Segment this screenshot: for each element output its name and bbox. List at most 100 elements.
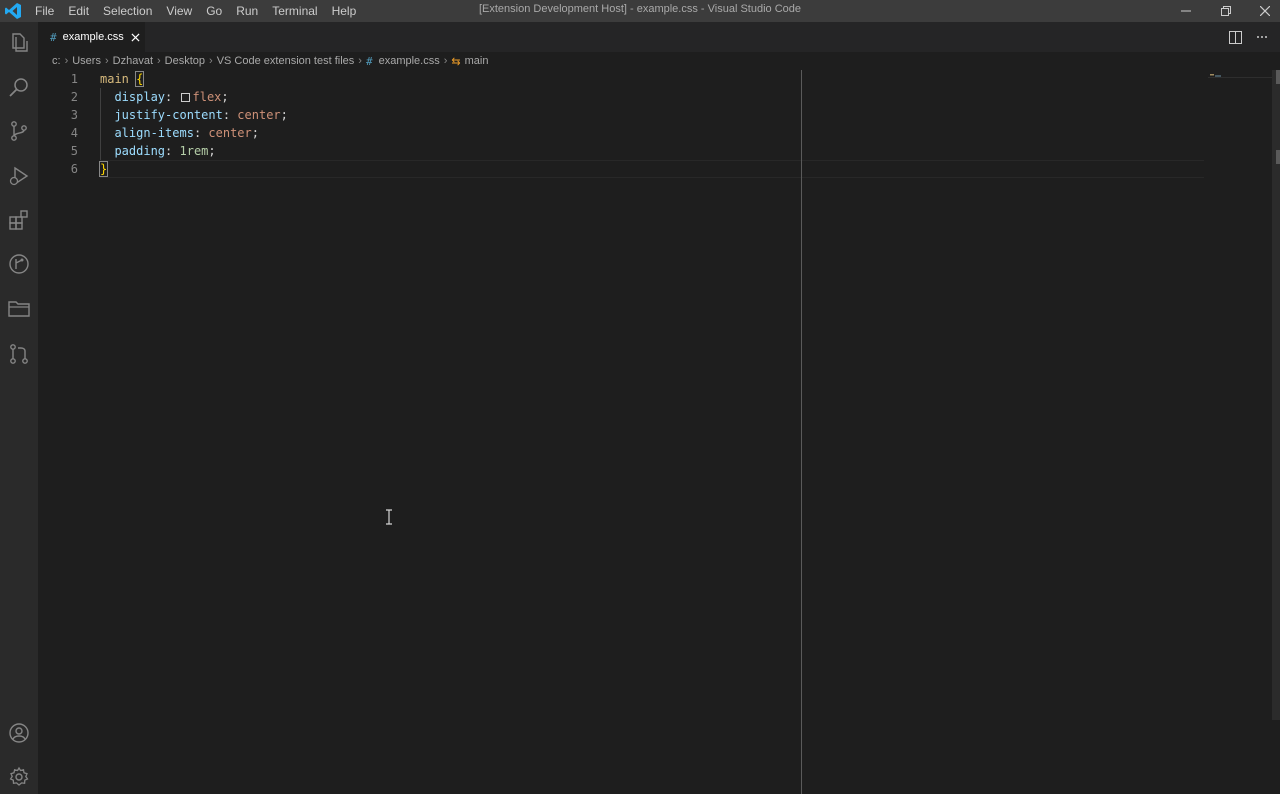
css-value: 1rem [179, 144, 209, 158]
restore-icon [1221, 6, 1231, 16]
css-property: justify-content [114, 108, 223, 122]
css-property: display [114, 90, 166, 104]
run-debug-button[interactable] [7, 164, 31, 188]
source-control-icon [11, 121, 27, 141]
explorer-button[interactable] [7, 30, 31, 54]
minimap[interactable] [1208, 74, 1272, 78]
code-line: 3 justify-content: center; [38, 106, 1204, 124]
overview-ruler-mark [1276, 150, 1280, 164]
css-value: center [208, 126, 252, 140]
tab-label: example.css [62, 31, 124, 43]
chevron-right-icon: › [443, 55, 448, 67]
chevron-right-icon: › [104, 55, 109, 67]
split-editor-icon [1228, 30, 1242, 44]
menu-go[interactable]: Go [199, 2, 229, 20]
minimize-button[interactable] [1166, 0, 1206, 22]
breadcrumb-folder[interactable]: VS Code extension test files [217, 55, 355, 67]
folder-icon [8, 301, 30, 317]
overview-ruler-mark [1276, 70, 1280, 84]
code-line: 4 align-items: center; [38, 124, 1204, 142]
settings-button[interactable] [7, 765, 31, 789]
line-number: 2 [70, 90, 78, 104]
symbol-class-icon: ⇆ [451, 55, 461, 68]
pull-request-icon [10, 344, 28, 364]
code-line: 6 } [38, 160, 1204, 178]
source-control-button[interactable] [7, 119, 31, 143]
css-property: padding [114, 144, 166, 158]
menu-terminal[interactable]: Terminal [265, 2, 324, 20]
semicolon: ; [221, 90, 229, 104]
breadcrumb-drive[interactable]: c: [52, 55, 61, 67]
code-editor[interactable]: 1 main { 2 display: flex; 3 justify-cont… [38, 70, 1272, 794]
breadcrumb-file[interactable]: example.css [379, 55, 440, 67]
line-number: 5 [70, 144, 78, 158]
close-window-button[interactable] [1245, 0, 1280, 22]
git-graph-icon [9, 254, 29, 274]
git-graph-button[interactable] [7, 252, 31, 276]
search-icon [9, 78, 28, 97]
activity-bar [0, 22, 38, 794]
minimize-icon [1181, 10, 1191, 12]
folder-button[interactable] [7, 296, 31, 320]
breadcrumb-desktop[interactable]: Desktop [165, 55, 205, 67]
semicolon: ; [251, 126, 259, 140]
restore-button[interactable] [1206, 0, 1246, 22]
css-file-icon: # [365, 54, 373, 68]
semicolon: ; [208, 144, 216, 158]
menu-help[interactable]: Help [325, 2, 364, 20]
colon: : [193, 126, 202, 140]
menu-view[interactable]: View [159, 2, 199, 20]
open-brace: { [135, 71, 145, 87]
colon: : [222, 108, 231, 122]
close-icon [131, 32, 140, 42]
close-brace: } [98, 161, 109, 177]
css-value: center [237, 108, 281, 122]
semicolon: ; [280, 108, 288, 122]
tab-close-button[interactable] [130, 31, 142, 43]
account-icon [9, 723, 29, 743]
css-file-icon: # [50, 30, 57, 44]
menu-bar: File Edit Selection View Go Run Terminal… [28, 0, 363, 22]
css-property: align-items [114, 126, 194, 140]
code-line: 2 display: flex; [38, 88, 1204, 106]
css-selector: main [100, 72, 129, 86]
line-number: 3 [70, 108, 78, 122]
line-number: 4 [70, 126, 78, 140]
more-actions-button[interactable] [1254, 29, 1270, 45]
breadcrumb: c: › Users › Dzhavat › Desktop › VS Code… [38, 52, 488, 70]
extensions-button[interactable] [7, 208, 31, 232]
flex-layout-icon[interactable] [180, 93, 190, 102]
line-number: 6 [70, 162, 78, 176]
css-value: flex [192, 90, 222, 104]
tab-example-css[interactable]: # example.css [38, 22, 145, 52]
extensions-icon [9, 210, 28, 230]
settings-gear-icon [9, 766, 29, 786]
colon: : [165, 90, 173, 104]
explorer-icon [12, 33, 28, 52]
chevron-right-icon: › [358, 55, 362, 67]
menu-run[interactable]: Run [229, 2, 265, 20]
colon: : [165, 144, 173, 158]
split-editor-button[interactable] [1227, 29, 1243, 45]
menu-file[interactable]: File [28, 2, 61, 20]
text-cursor-icon [386, 509, 392, 525]
pull-request-button[interactable] [7, 342, 31, 366]
chevron-right-icon: › [64, 55, 69, 67]
vscode-logo-icon [5, 3, 21, 19]
editor-ruler [801, 70, 802, 794]
line-number: 1 [70, 72, 78, 86]
search-button[interactable] [7, 75, 31, 99]
code-line: 5 padding: 1rem; [38, 142, 1204, 160]
close-icon [1260, 6, 1270, 16]
account-button[interactable] [7, 721, 31, 745]
run-debug-icon [9, 166, 29, 186]
scrollbar-thumb[interactable] [1272, 70, 1280, 720]
chevron-right-icon: › [209, 55, 213, 67]
breadcrumb-symbol[interactable]: main [465, 55, 489, 67]
menu-selection[interactable]: Selection [96, 2, 159, 20]
menu-edit[interactable]: Edit [61, 2, 96, 20]
code-line: 1 main { [38, 70, 1204, 88]
breadcrumb-users[interactable]: Users [72, 55, 101, 67]
title-bar: File Edit Selection View Go Run Terminal… [0, 0, 1280, 22]
breadcrumb-dzhavat[interactable]: Dzhavat [113, 55, 153, 67]
